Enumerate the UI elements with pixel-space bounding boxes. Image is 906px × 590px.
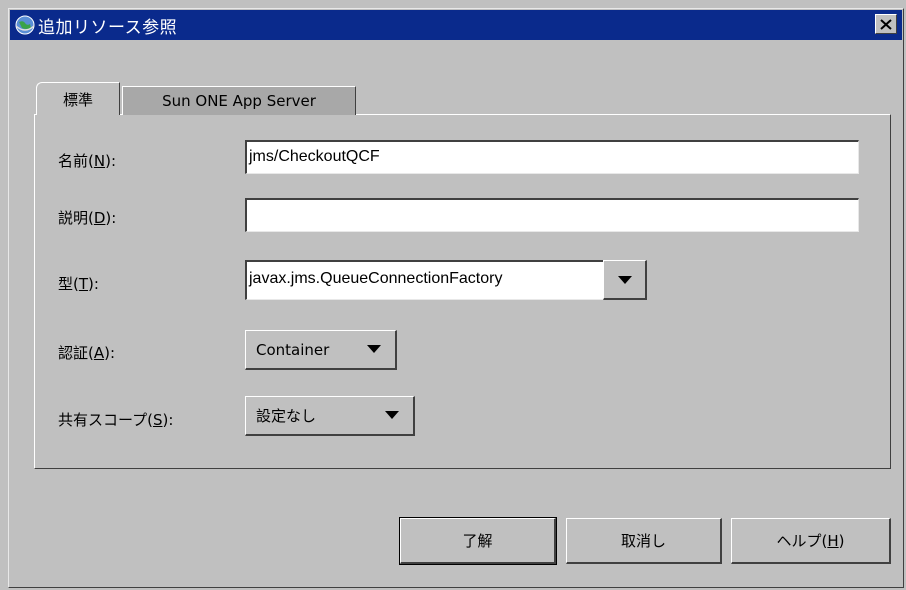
title-bar[interactable]: 追加リソース参照 xyxy=(10,10,902,40)
description-label: 説明(D): xyxy=(58,209,117,227)
tab-standard-label: 標準 xyxy=(62,90,93,109)
sharing-scope-combobox-value: 設定なし xyxy=(256,407,317,425)
tab-standard[interactable]: 標準 xyxy=(36,82,120,115)
app-globe-icon xyxy=(15,15,35,35)
description-input[interactable] xyxy=(245,198,859,232)
ok-button[interactable]: 了解 xyxy=(399,517,557,565)
tab-sun-one-label: Sun ONE App Server xyxy=(162,92,316,110)
auth-combobox[interactable]: Container xyxy=(245,330,397,370)
type-dropdown-button[interactable] xyxy=(603,260,647,300)
cancel-button-label: 取消し xyxy=(620,532,666,550)
help-button-label: ヘルプ(H) xyxy=(776,532,845,550)
auth-combobox-value: Container xyxy=(256,340,330,359)
name-label: 名前(N): xyxy=(58,152,116,170)
close-icon xyxy=(880,18,892,30)
type-combobox-value[interactable]: javax.jms.QueueConnectionFactory xyxy=(245,260,603,300)
sharing-scope-combobox[interactable]: 設定なし xyxy=(245,396,415,436)
ok-button-label: 了解 xyxy=(462,532,493,550)
tab-sun-one-app-server[interactable]: Sun ONE App Server xyxy=(122,86,356,115)
type-label: 型(T): xyxy=(58,275,99,293)
window-title: 追加リソース参照 xyxy=(38,17,178,38)
auth-label: 認証(A): xyxy=(58,344,116,362)
help-button[interactable]: ヘルプ(H) xyxy=(731,518,891,564)
sharing-scope-label: 共有スコープ(S): xyxy=(58,411,174,429)
type-combobox[interactable]: javax.jms.QueueConnectionFactory xyxy=(245,260,647,300)
chevron-down-icon xyxy=(367,345,381,353)
cancel-button[interactable]: 取消し xyxy=(566,518,722,564)
close-button[interactable] xyxy=(875,14,897,34)
chevron-down-icon xyxy=(617,275,632,284)
name-input[interactable]: jms/CheckoutQCF xyxy=(245,140,859,174)
chevron-down-icon xyxy=(385,411,399,419)
